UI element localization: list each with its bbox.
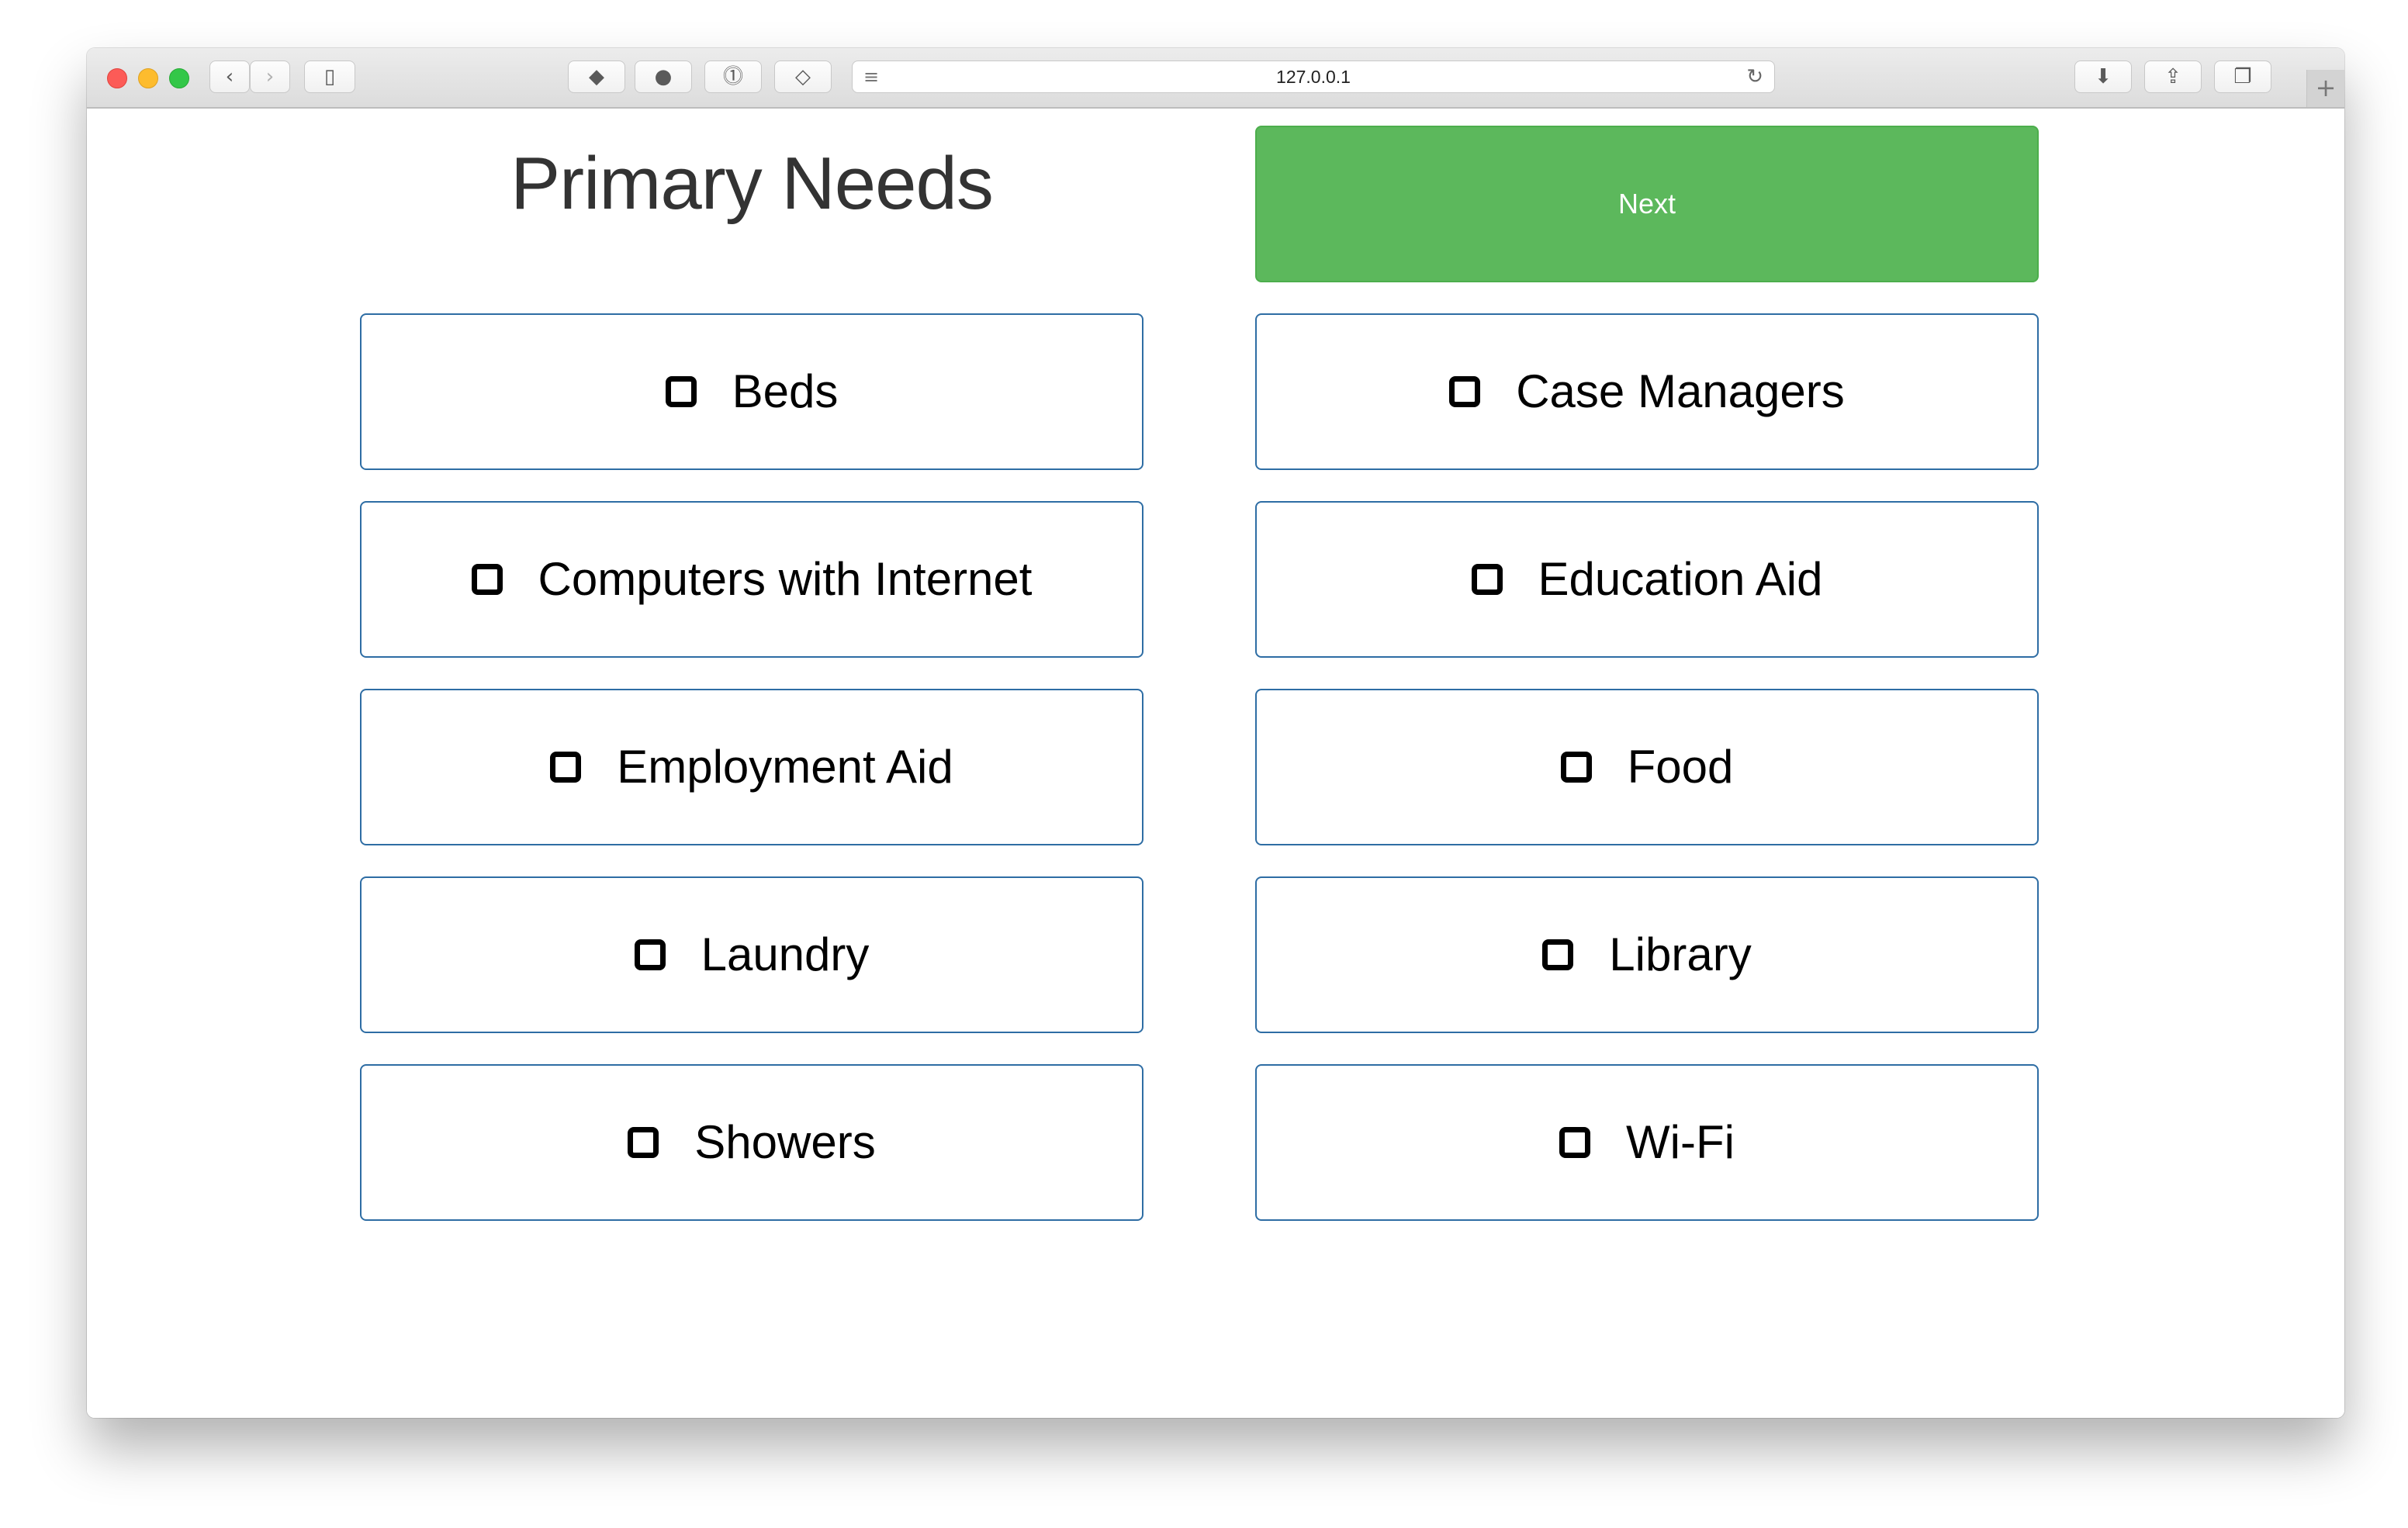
reload-icon[interactable]: ↻ bbox=[1746, 61, 1763, 92]
forward-icon: › bbox=[265, 65, 275, 88]
extension-button[interactable]: ◆ bbox=[568, 60, 625, 93]
page-content: Primary Needs Next Beds Case Managers Co… bbox=[87, 109, 2344, 1418]
option-label: Showers bbox=[694, 1116, 876, 1168]
zoom-window-button[interactable] bbox=[169, 68, 189, 88]
extension-icon: ◆ bbox=[589, 65, 604, 88]
new-tab-icon: + bbox=[2315, 73, 2337, 102]
new-tab-button[interactable]: + bbox=[2306, 70, 2344, 107]
option-food[interactable]: Food bbox=[1255, 689, 2039, 845]
option-laundry[interactable]: Laundry bbox=[360, 876, 1143, 1033]
shield-icon: ◇ bbox=[795, 65, 811, 88]
sidebar-icon: ▯ bbox=[323, 65, 336, 88]
option-computers-with-internet[interactable]: Computers with Internet bbox=[360, 501, 1143, 658]
checkbox-icon[interactable] bbox=[1560, 752, 1592, 783]
checkbox-icon[interactable] bbox=[1471, 564, 1503, 595]
sidebar-button[interactable]: ▯ bbox=[304, 60, 355, 93]
shield-button[interactable]: ◇ bbox=[774, 60, 832, 93]
download-icon: ⬇ bbox=[2095, 65, 2112, 88]
checkbox-icon[interactable] bbox=[628, 1127, 659, 1158]
checkbox-icon[interactable] bbox=[1542, 939, 1574, 970]
close-window-button[interactable] bbox=[107, 68, 127, 88]
url-text: 127.0.0.1 bbox=[1276, 67, 1351, 87]
back-icon: ‹ bbox=[225, 65, 234, 88]
grammar-button[interactable]: ● bbox=[635, 60, 692, 93]
password-button[interactable]: ⓵ bbox=[704, 60, 762, 93]
option-employment-aid[interactable]: Employment Aid bbox=[360, 689, 1143, 845]
option-label: Education Aid bbox=[1538, 553, 1823, 605]
share-icon: ⇪ bbox=[2164, 65, 2181, 88]
option-label: Computers with Internet bbox=[538, 553, 1033, 605]
option-label: Library bbox=[1609, 928, 1752, 980]
option-label: Beds bbox=[732, 365, 839, 417]
tabs-overview-button[interactable]: ❐ bbox=[2214, 60, 2271, 93]
back-button[interactable]: ‹ bbox=[209, 60, 250, 93]
checkbox-icon[interactable] bbox=[1449, 376, 1481, 407]
option-label: Food bbox=[1627, 741, 1734, 793]
option-education-aid[interactable]: Education Aid bbox=[1255, 501, 2039, 658]
tabs-icon: ❐ bbox=[2233, 65, 2252, 88]
option-label: Case Managers bbox=[1516, 365, 1845, 417]
checkbox-icon[interactable] bbox=[634, 939, 666, 970]
checkbox-icon[interactable] bbox=[471, 564, 503, 595]
option-wi-fi[interactable]: Wi-Fi bbox=[1255, 1064, 2039, 1221]
option-library[interactable]: Library bbox=[1255, 876, 2039, 1033]
page-title: Primary Needs bbox=[510, 142, 994, 225]
option-case-managers[interactable]: Case Managers bbox=[1255, 313, 2039, 470]
option-showers[interactable]: Showers bbox=[360, 1064, 1143, 1221]
browser-toolbar: ‹ › ▯ ◆ ● ⓵ ◇ ≡ 127.0.0.1 ↻ ⬇ ⇪ ❐ + bbox=[87, 48, 2344, 109]
option-label: Employment Aid bbox=[617, 741, 953, 793]
share-button[interactable]: ⇪ bbox=[2144, 60, 2202, 93]
minimize-window-button[interactable] bbox=[138, 68, 158, 88]
next-button[interactable]: Next bbox=[1255, 126, 2039, 282]
option-beds[interactable]: Beds bbox=[360, 313, 1143, 470]
option-label: Wi-Fi bbox=[1626, 1116, 1735, 1168]
grammar-icon: ● bbox=[654, 65, 673, 88]
downloads-button[interactable]: ⬇ bbox=[2074, 60, 2132, 93]
checkbox-icon[interactable] bbox=[665, 376, 697, 407]
screen: ‹ › ▯ ◆ ● ⓵ ◇ ≡ 127.0.0.1 ↻ ⬇ ⇪ ❐ + Prim… bbox=[0, 0, 2408, 1528]
password-icon: ⓵ bbox=[722, 65, 743, 88]
option-label: Laundry bbox=[701, 928, 870, 980]
address-bar[interactable]: ≡ 127.0.0.1 ↻ bbox=[852, 60, 1775, 93]
checkbox-icon[interactable] bbox=[1559, 1127, 1591, 1158]
checkbox-icon[interactable] bbox=[550, 752, 582, 783]
browser-window: ‹ › ▯ ◆ ● ⓵ ◇ ≡ 127.0.0.1 ↻ ⬇ ⇪ ❐ + Prim… bbox=[87, 48, 2344, 1418]
forward-button[interactable]: › bbox=[250, 60, 290, 93]
